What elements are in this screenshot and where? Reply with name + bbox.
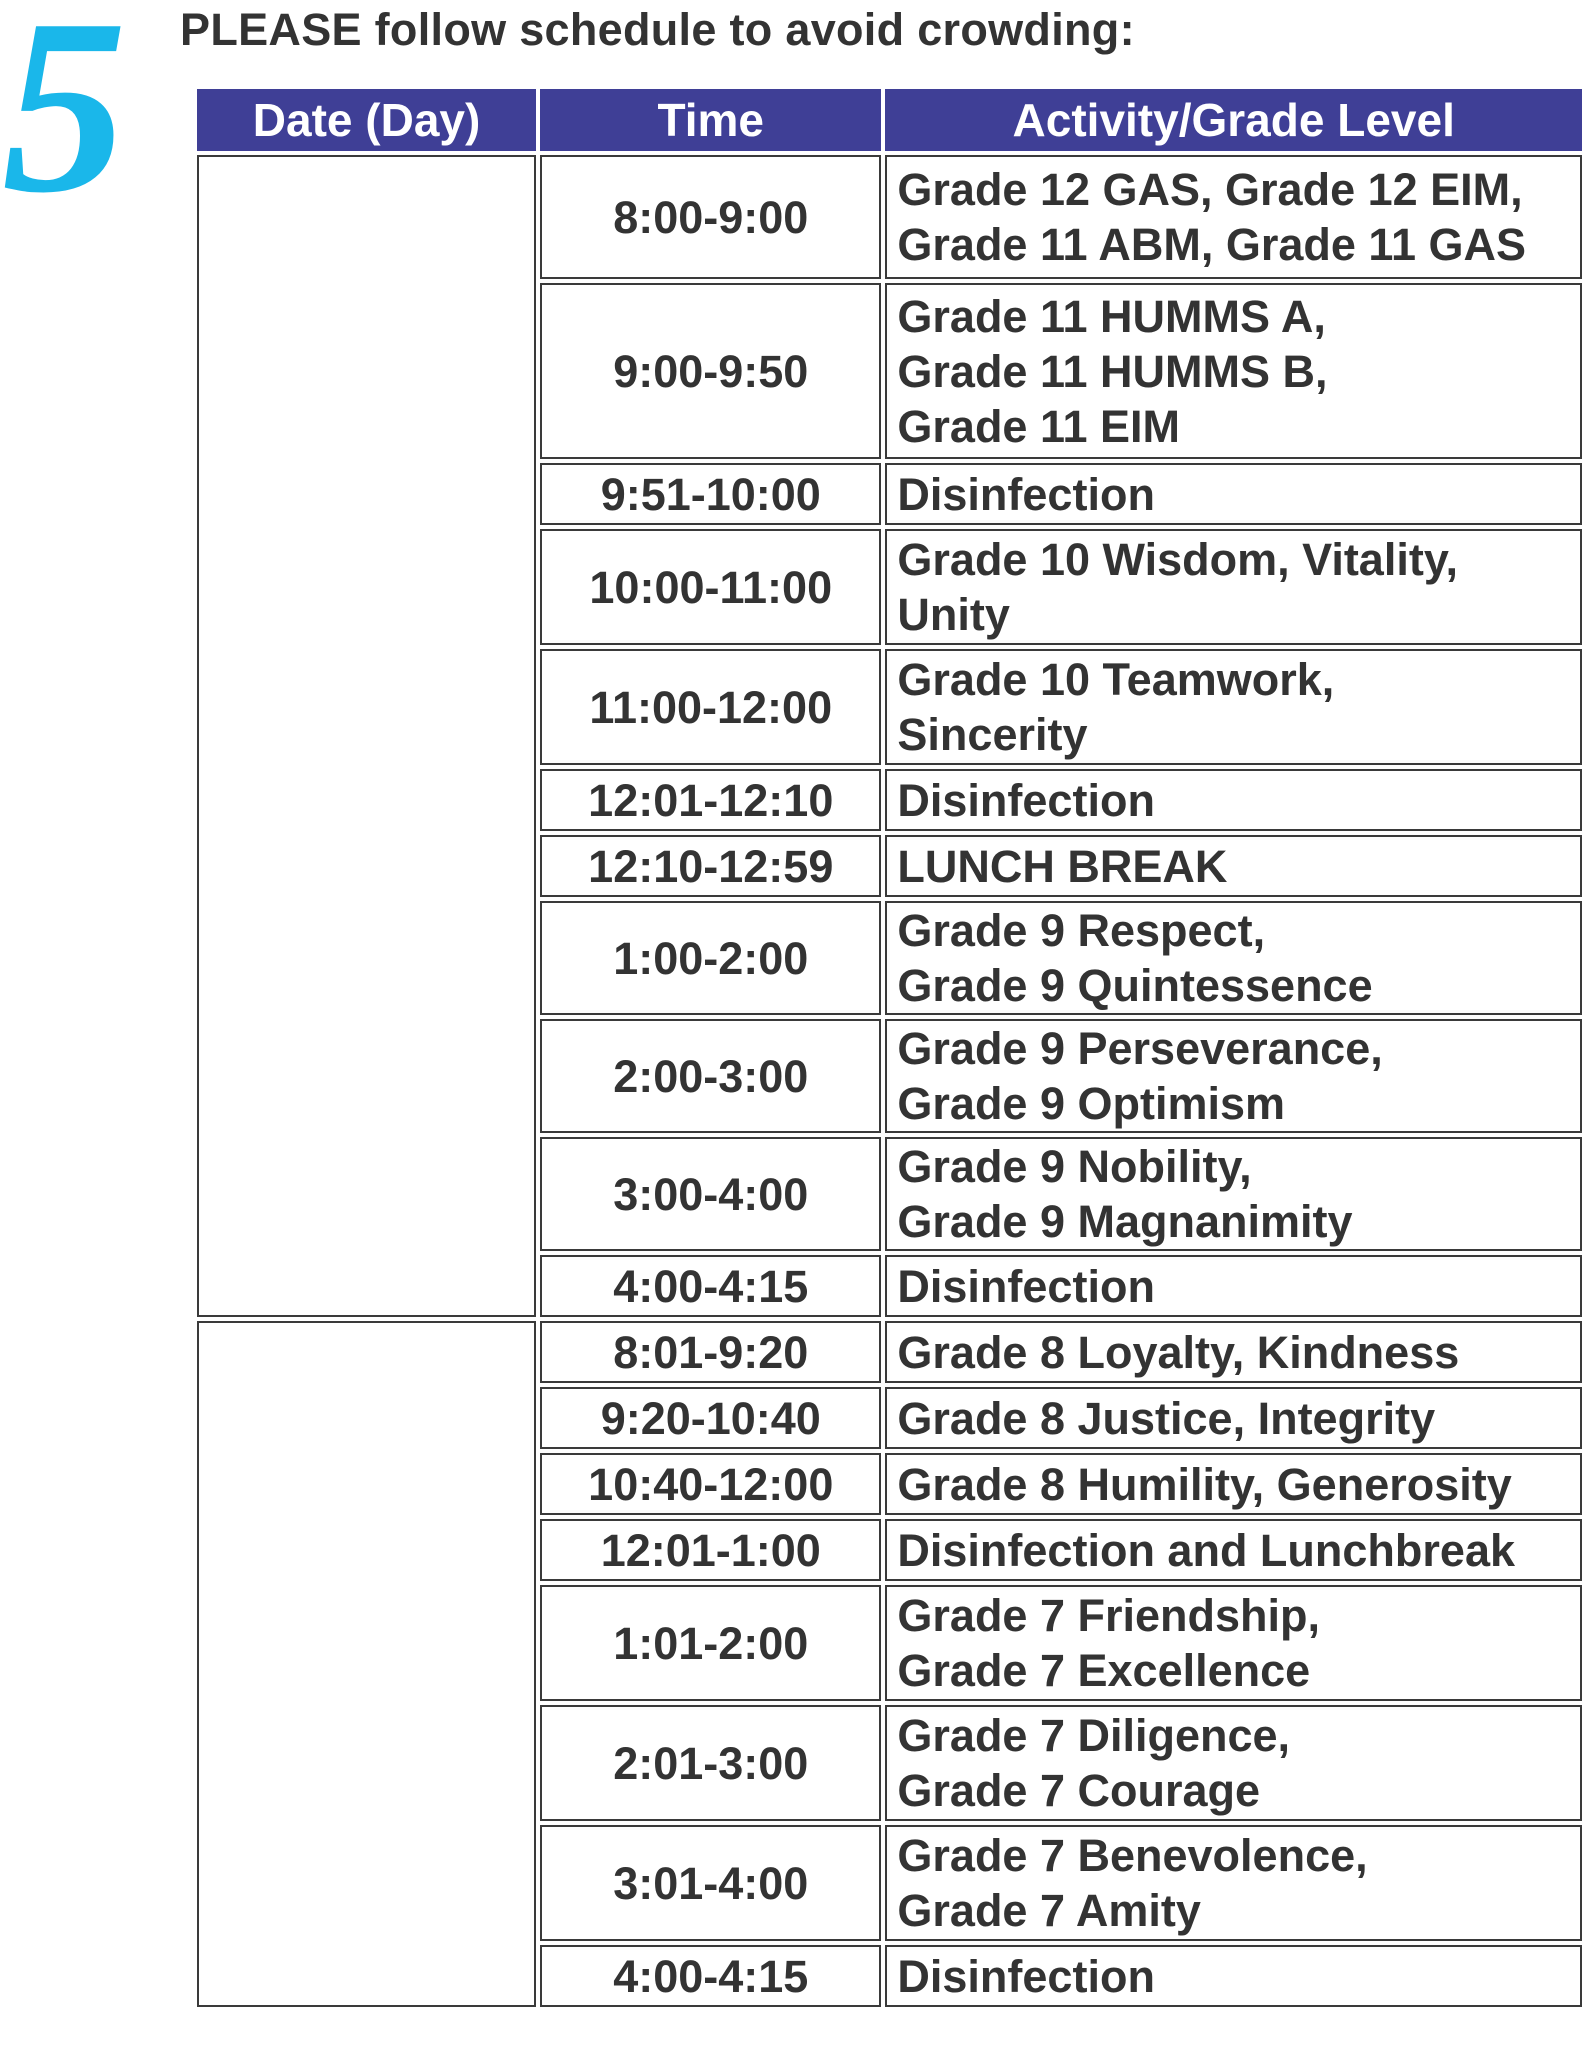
- weekday-label: Friday: [294, 1669, 439, 1717]
- time-cell: 1:01-2:00: [540, 1585, 882, 1701]
- activity-line: Disinfection: [897, 1260, 1155, 1312]
- activity-line: Disinfection: [897, 1950, 1155, 2002]
- activity-cell: Disinfection: [885, 1255, 1582, 1317]
- time-cell: 2:00-3:00: [540, 1019, 882, 1133]
- activity-cell: Grade 10 Wisdom, Vitality, Unity: [885, 529, 1582, 645]
- activity-cell: Disinfection: [885, 1945, 1582, 2007]
- activity-cell: Grade 8 Loyalty, Kindness: [885, 1321, 1582, 1383]
- activity-line: Grade 8 Justice, Integrity: [897, 1392, 1436, 1444]
- table-row: January 22 Friday 8:01-9:20 Grade 8 Loyalty…: [197, 1321, 1582, 2007]
- header-date-day: Date (Day): [197, 89, 537, 151]
- time-cell: 3:01-4:00: [540, 1825, 882, 1941]
- activity-line: Grade 7 Diligence,: [897, 1710, 1291, 1761]
- time-cell: 8:01-9:20: [540, 1321, 882, 1383]
- activity-line: Grade 11 EIM: [897, 400, 1181, 452]
- activity-line: LUNCH BREAK: [897, 840, 1228, 892]
- activity-line: Grade 11 HUMMS B,: [897, 345, 1328, 397]
- activity-cell: Grade 8 Justice, Integrity: [885, 1387, 1582, 1449]
- header-time: Time: [540, 89, 882, 151]
- day-cell: January 21 Thursday: [197, 155, 537, 1317]
- activity-line: Grade 7 Amity: [897, 1885, 1201, 1936]
- activity-line: Grade 12 GAS, Grade 12 EIM,: [897, 164, 1523, 215]
- activity-cell: Grade 10 Teamwork, Sincerity: [885, 649, 1582, 765]
- schedule-body: January 21 Thursday 8:00-9:00 Grade 12 GAS,…: [197, 155, 1582, 2007]
- time-cell: 9:00-9:50: [540, 283, 882, 459]
- time-cell: 11:00-12:00: [540, 649, 882, 765]
- activity-line: Grade 10 Wisdom, Vitality,: [897, 534, 1459, 585]
- time-cell: 10:40-12:00: [540, 1453, 882, 1515]
- time-cell: 10:00-11:00: [540, 529, 882, 645]
- activity-line: Sincerity: [897, 709, 1088, 760]
- time-cell: 1:00-2:00: [540, 901, 882, 1015]
- time-cell: 3:00-4:00: [540, 1137, 882, 1251]
- activity-line: Grade 8 Humility, Generosity: [897, 1458, 1512, 1510]
- activity-cell: Grade 12 GAS, Grade 12 EIM, Grade 11 ABM,…: [885, 155, 1582, 279]
- activity-cell: Grade 11 HUMMS A, Grade 11 HUMMS B, Grade …: [885, 283, 1582, 459]
- time-cell: 8:00-9:00: [540, 155, 882, 279]
- activity-cell: Grade 7 Friendship, Grade 7 Excellence: [885, 1585, 1582, 1701]
- activity-line: Grade 9 Respect,: [897, 905, 1266, 956]
- activity-line: Disinfection: [897, 774, 1155, 826]
- activity-line: Grade 9 Perseverance,: [897, 1023, 1383, 1074]
- activity-cell: Disinfection and Lunchbreak: [885, 1519, 1582, 1581]
- activity-cell: Grade 9 Perseverance, Grade 9 Optimism: [885, 1019, 1582, 1133]
- day-cell: January 22 Friday: [197, 1321, 537, 2007]
- time-cell: 12:10-12:59: [540, 835, 882, 897]
- step-number-badge: 5: [2, 0, 127, 245]
- activity-line: Disinfection and Lunchbreak: [897, 1524, 1515, 1576]
- activity-line: Grade 7 Excellence: [897, 1645, 1311, 1696]
- activity-line: Grade 11 ABM, Grade 11 GAS: [897, 219, 1526, 270]
- activity-line: Grade 9 Nobility,: [897, 1141, 1252, 1192]
- date-label: January 21: [242, 683, 492, 731]
- activity-cell: Grade 9 Respect, Grade 9 Quintessence: [885, 901, 1582, 1015]
- table-row: January 21 Thursday 8:00-9:00 Grade 12 GAS,…: [197, 155, 1582, 1317]
- activity-line: Disinfection: [897, 468, 1155, 520]
- activity-line: Grade 11 HUMMS A,: [897, 290, 1326, 342]
- time-cell: 12:01-1:00: [540, 1519, 882, 1581]
- activity-cell: Grade 7 Diligence, Grade 7 Courage: [885, 1705, 1582, 1821]
- activity-cell: LUNCH BREAK: [885, 835, 1582, 897]
- activity-line: Grade 9 Quintessence: [897, 960, 1373, 1011]
- time-cell: 4:00-4:15: [540, 1255, 882, 1317]
- activity-line: Grade 7 Friendship,: [897, 1590, 1321, 1641]
- activity-cell: Grade 9 Nobility, Grade 9 Magnanimity: [885, 1137, 1582, 1251]
- header-activity: Activity/Grade Level: [885, 89, 1582, 151]
- activity-line: Unity: [897, 589, 1010, 640]
- weekday-label: Thursday: [259, 741, 474, 789]
- time-cell: 12:01-12:10: [540, 769, 882, 831]
- date-label: January 22: [242, 1611, 492, 1659]
- activity-line: Grade 7 Benevolence,: [897, 1830, 1368, 1881]
- time-cell: 2:01-3:00: [540, 1705, 882, 1821]
- schedule-heading: PLEASE follow schedule to avoid crowding…: [180, 4, 1135, 55]
- time-cell: 9:20-10:40: [540, 1387, 882, 1449]
- activity-cell: Grade 8 Humility, Generosity: [885, 1453, 1582, 1515]
- activity-line: Grade 9 Magnanimity: [897, 1196, 1353, 1247]
- activity-line: Grade 9 Optimism: [897, 1078, 1286, 1129]
- activity-line: Grade 8 Loyalty, Kindness: [897, 1326, 1460, 1378]
- time-cell: 9:51-10:00: [540, 463, 882, 525]
- activity-cell: Disinfection: [885, 769, 1582, 831]
- activity-cell: Grade 7 Benevolence, Grade 7 Amity: [885, 1825, 1582, 1941]
- activity-line: Grade 7 Courage: [897, 1765, 1261, 1816]
- table-header-row: Date (Day) Time Activity/Grade Level: [197, 89, 1582, 151]
- activity-cell: Disinfection: [885, 463, 1582, 525]
- activity-line: Grade 10 Teamwork,: [897, 654, 1335, 705]
- time-cell: 4:00-4:15: [540, 1945, 882, 2007]
- schedule-table: Date (Day) Time Activity/Grade Level Jan…: [193, 85, 1586, 2011]
